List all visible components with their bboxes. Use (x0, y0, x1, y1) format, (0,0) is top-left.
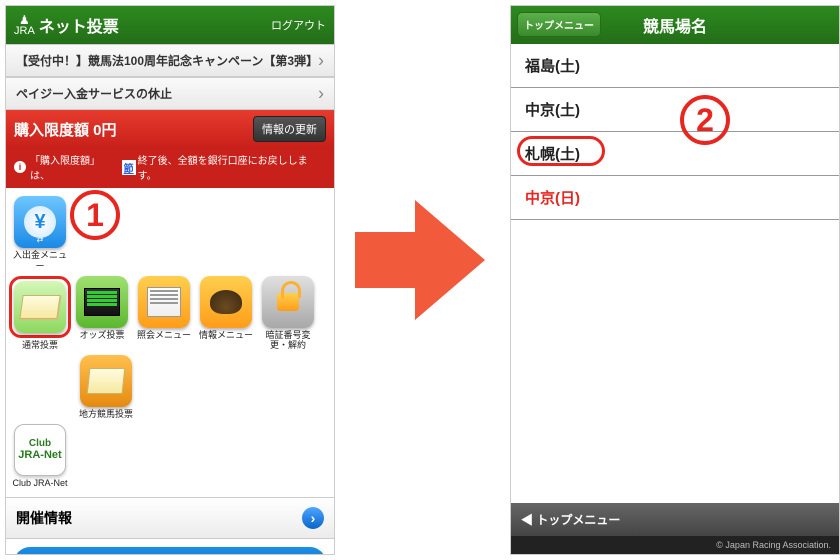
menu-icon-grid: ¥⇄ 入出金メニュー 通常投票 オッズ投票 照会メニュー 情報メニュー 暗証番号… (6, 188, 334, 497)
lock-icon (262, 276, 314, 328)
footer-back-button[interactable]: ◀ トップメニュー (511, 503, 839, 536)
feature-phone-site-button[interactable]: ガラケー型スマートフォンサイトへ (14, 547, 326, 555)
racecourse-row-fukushima[interactable]: 福島(土) (511, 44, 839, 88)
footer: ◀ トップメニュー © Japan Racing Association. (511, 503, 839, 554)
club-jra-button[interactable]: Club JRA-Net Club JRA-Net (12, 424, 68, 489)
step-2-badge: 2 (680, 95, 730, 145)
odds-vote-button[interactable]: オッズ投票 (74, 276, 130, 352)
purchase-limit-note: i 「購入限度額」は、 節 終了後、全額を銀行口座にお戻しします。 (6, 148, 334, 188)
step-1-badge: 1 (70, 190, 120, 240)
notice-campaign[interactable]: 【受付中！】競馬法100周年記念キャンペーン【第3弾】 (6, 44, 334, 77)
racecourse-row-sapporo[interactable]: 札幌(土) (511, 132, 839, 176)
odds-board-icon (76, 276, 128, 328)
jra-logo: ♟ JRA (14, 14, 35, 37)
yen-icon: ¥⇄ (14, 196, 66, 248)
section-link[interactable]: 節 (122, 160, 136, 175)
ticket-icon (14, 281, 66, 333)
page-title: 競馬場名 (643, 13, 707, 37)
racecourse-row-chukyo-sun[interactable]: 中京(日) (511, 176, 839, 220)
logo-text: JRA (14, 26, 35, 37)
racecourse-row-chukyo-sat[interactable]: 中京(土) (511, 88, 839, 132)
notice-payeasy[interactable]: ペイジー入金サービスの休止 (6, 77, 334, 110)
highlight-ring (517, 136, 605, 166)
document-icon (138, 276, 190, 328)
header-bar: ♟ JRA ネット投票 ログアウト (6, 6, 334, 44)
inquiry-menu-button[interactable]: 照会メニュー (136, 276, 192, 352)
phone-left: ♟ JRA ネット投票 ログアウト 【受付中！】競馬法100周年記念キャンペーン… (5, 5, 335, 555)
purchase-limit-bar: 購入限度額 0円 情報の更新 (6, 110, 334, 148)
copyright-text: © Japan Racing Association. (511, 536, 839, 554)
local-ticket-icon (80, 355, 132, 407)
helmet-icon (200, 276, 252, 328)
club-logo-icon: Club JRA-Net (14, 424, 66, 476)
top-menu-button[interactable]: トップメニュー (517, 12, 601, 37)
pin-change-button[interactable]: 暗証番号変更・解約 (260, 276, 316, 352)
logout-button[interactable]: ログアウト (271, 17, 326, 33)
app-title: ネット投票 (39, 13, 119, 37)
phone-right: トップメニュー 競馬場名 福島(土) 中京(土) 札幌(土) 中京(日) ◀ ト… (510, 5, 840, 555)
local-racing-button[interactable]: 地方競馬投票 (78, 355, 134, 420)
flow-arrow-icon (355, 200, 490, 320)
purchase-limit-text: 購入限度額 0円 (14, 119, 117, 140)
info-icon: i (14, 161, 26, 173)
header-bar-right: トップメニュー 競馬場名 (511, 6, 839, 44)
update-info-button[interactable]: 情報の更新 (253, 116, 326, 142)
kaisai-info-button[interactable]: 開催情報 › (6, 497, 334, 539)
highlight-ring (9, 276, 71, 338)
deposit-menu-button[interactable]: ¥⇄ 入出金メニュー (12, 196, 68, 272)
info-menu-button[interactable]: 情報メニュー (198, 276, 254, 352)
chevron-right-icon: › (302, 507, 324, 529)
normal-vote-button[interactable]: 通常投票 (12, 276, 68, 352)
